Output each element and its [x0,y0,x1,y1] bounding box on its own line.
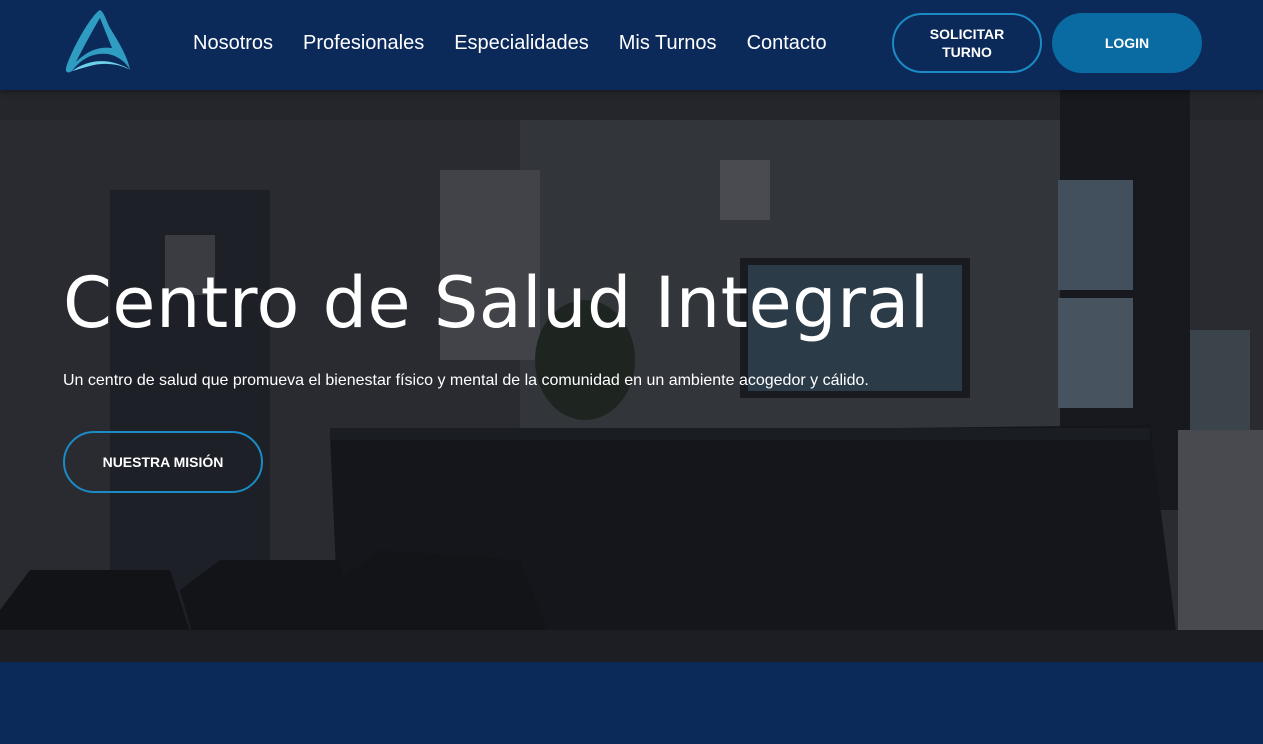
login-button[interactable]: LOGIN [1052,13,1202,73]
nav-link-nosotros[interactable]: Nosotros [193,32,273,55]
nav-link-contacto[interactable]: Contacto [747,32,827,55]
brand-logo-icon[interactable] [62,8,134,76]
site-header: Nosotros Profesionales Especialidades Mi… [0,0,1263,90]
hero-section: Centro de Salud Integral Un centro de sa… [0,90,1263,662]
main-nav: Nosotros Profesionales Especialidades Mi… [193,0,857,86]
hero-title: Centro de Salud Integral [63,262,930,344]
solicitar-turno-label: SOLICITAR TURNO [929,26,1005,60]
hero-subtitle: Un centro de salud que promueva el biene… [63,372,869,389]
nuestra-mision-button[interactable]: NUESTRA MISIÓN [63,431,263,493]
nav-link-profesionales[interactable]: Profesionales [303,32,424,55]
solicitar-turno-button[interactable]: SOLICITAR TURNO [892,13,1042,73]
nav-link-especialidades[interactable]: Especialidades [454,32,589,55]
nav-link-mis-turnos[interactable]: Mis Turnos [619,32,717,55]
page: Nosotros Profesionales Especialidades Mi… [0,0,1263,744]
next-section-band [0,662,1263,744]
